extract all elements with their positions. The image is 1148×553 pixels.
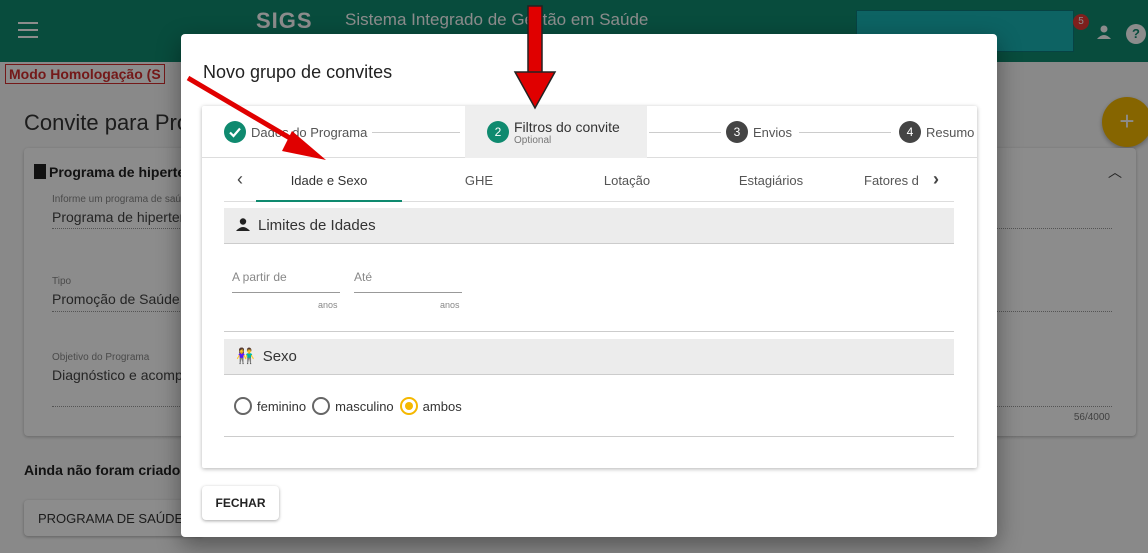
step-label: Resumo: [926, 124, 975, 140]
step-optional-label: Optional: [514, 134, 552, 146]
stepper-card: Dados do Programa 2 Filtros do convite O…: [202, 106, 977, 468]
age-to-label: Até: [354, 270, 373, 284]
radio-masculino[interactable]: [312, 397, 331, 415]
tab-fatores[interactable]: Fatores d: [864, 159, 922, 202]
step-label: Envios: [753, 124, 793, 140]
radio-feminino-label: feminino: [257, 398, 307, 414]
close-button[interactable]: FECHAR: [202, 486, 279, 520]
step-connector: [649, 132, 721, 133]
step-label: Dados do Programa: [251, 124, 368, 140]
sex-header[interactable]: 👫 Sexo: [224, 339, 954, 375]
age-limits-header[interactable]: Limites de Idades: [224, 208, 954, 244]
age-section-bottom: [224, 331, 954, 332]
sex-title: Sexo: [262, 348, 297, 365]
step-number: 4: [899, 121, 921, 143]
radio-feminino[interactable]: [234, 397, 252, 415]
sex-radio-group: feminino masculino ambos: [234, 397, 468, 415]
age-to-input[interactable]: Até: [354, 270, 462, 293]
step-label: Filtros do convite: [514, 118, 620, 135]
new-invite-group-dialog: Novo grupo de convites Dados do Programa…: [181, 34, 997, 537]
radio-ambos-label: ambos: [422, 398, 462, 414]
check-icon: [224, 121, 246, 143]
step-connector: [372, 132, 460, 133]
step-connector: [799, 132, 891, 133]
age-to-unit: anos: [440, 300, 460, 310]
sex-section-bottom: [224, 436, 954, 437]
chevron-right-icon[interactable]: ›: [924, 169, 948, 190]
chevron-left-icon[interactable]: ‹: [230, 169, 250, 190]
radio-ambos[interactable]: [399, 397, 418, 415]
tab-ghe[interactable]: GHE: [424, 159, 534, 202]
age-from-input[interactable]: A partir de: [232, 270, 340, 293]
age-from-unit: anos: [318, 300, 338, 310]
filter-tabs: ‹ Idade e Sexo GHE Lotação Estagiários F…: [224, 159, 954, 202]
step-number: 3: [726, 121, 748, 143]
tab-idade-sexo[interactable]: Idade e Sexo: [256, 159, 402, 202]
person-icon: [236, 218, 250, 231]
step-number: 2: [487, 121, 509, 143]
radio-masculino-label: masculino: [335, 398, 394, 414]
dialog-title: Novo grupo de convites: [203, 62, 393, 82]
step-dados-programa[interactable]: Dados do Programa: [224, 106, 367, 158]
age-limits-title: Limites de Idades: [258, 217, 376, 234]
tab-lotacao[interactable]: Lotação: [572, 159, 682, 202]
stepper: Dados do Programa 2 Filtros do convite O…: [202, 106, 977, 158]
step-envios[interactable]: 3 Envios: [726, 106, 792, 158]
age-from-label: A partir de: [232, 270, 287, 284]
tab-estagiarios[interactable]: Estagiários: [716, 159, 826, 202]
step-resumo[interactable]: 4 Resumo: [899, 106, 974, 158]
people-icon: 👫: [236, 348, 255, 365]
step-filtros-convite[interactable]: 2 Filtros do convite Optional: [465, 106, 647, 158]
